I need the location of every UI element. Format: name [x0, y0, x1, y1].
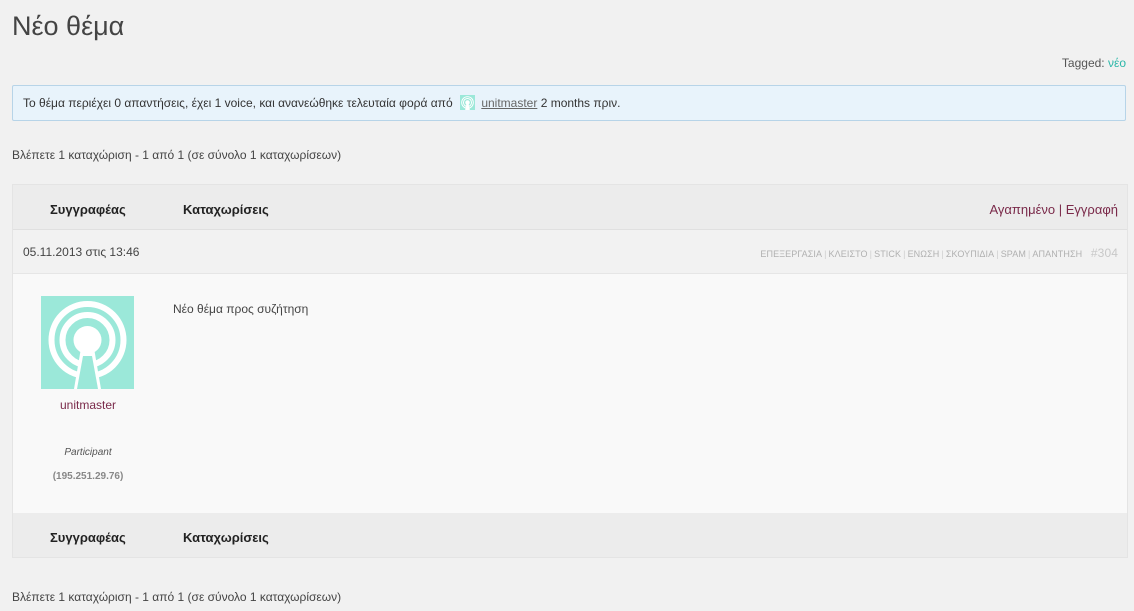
- pagination-count-bottom: Βλέπετε 1 καταχώριση - 1 από 1 (σε σύνολ…: [12, 590, 342, 604]
- post-permalink[interactable]: #304: [1091, 246, 1118, 260]
- post-author-ip: (195.251.29.76): [52, 471, 124, 482]
- admin-separator: |: [996, 249, 999, 259]
- notice-text: Το θέμα περιέχει 0 απαντήσεις, έχει 1 vo…: [23, 96, 453, 110]
- notice-time-ago: 2 months πριν.: [540, 96, 621, 110]
- tag-link[interactable]: νέο: [1108, 56, 1126, 70]
- admin-separator: |: [941, 249, 944, 259]
- podcast-icon: [41, 296, 134, 389]
- podcast-icon: [459, 95, 475, 111]
- header-author-col: Συγγραφέας: [50, 202, 126, 217]
- stick-link[interactable]: STICK: [874, 249, 901, 259]
- tags-label: Tagged:: [1061, 56, 1105, 70]
- topic-info-notice: Το θέμα περιέχει 0 απαντήσεις, έχει 1 vo…: [12, 85, 1126, 121]
- favorite-link[interactable]: Αγαπημένο: [989, 202, 1055, 217]
- pagination-count-top: Βλέπετε 1 καταχώριση - 1 από 1 (σε σύνολ…: [12, 148, 342, 162]
- post-content: Νέο θέμα προς συζήτηση: [173, 302, 309, 316]
- admin-separator: |: [869, 249, 873, 259]
- post-body: unitmaster Participant (195.251.29.76) Ν…: [13, 274, 1127, 514]
- author-avatar-small[interactable]: [459, 95, 475, 111]
- table-header: Συγγραφέας Καταχωρίσεις Αγαπημένο | Εγγρ…: [13, 185, 1127, 230]
- merge-link[interactable]: ΕΝΩΣΗ: [908, 249, 940, 259]
- footer-posts-col: Καταχωρίσεις: [183, 530, 269, 545]
- close-link[interactable]: ΚΛΕΙΣΤΟ: [829, 249, 868, 259]
- admin-separator: |: [824, 249, 827, 259]
- author-avatar[interactable]: [41, 296, 134, 389]
- topic-page: Νέο θέμα Tagged: νέο Το θέμα περιέχει 0 …: [0, 0, 1134, 611]
- table-footer: Συγγραφέας Καταχωρίσεις: [13, 514, 1127, 557]
- header-posts-col: Καταχωρίσεις: [183, 202, 269, 217]
- footer-author-col: Συγγραφέας: [50, 530, 126, 545]
- replies-table: Συγγραφέας Καταχωρίσεις Αγαπημένο | Εγγρ…: [12, 184, 1128, 558]
- post-date: 05.11.2013 στις 13:46: [23, 245, 140, 259]
- admin-links: ΕΠΕΞΕΡΓΑΣΙΑ | ΚΛΕΙΣΤΟ | STICK | ΕΝΩΣΗ | ΣΚΟΥΠΙΔΙ…: [760, 246, 1118, 260]
- actions-separator: |: [1058, 202, 1063, 217]
- trash-link[interactable]: ΣΚΟΥΠΙΔΙΑ: [946, 249, 994, 259]
- post-author-name[interactable]: unitmaster: [13, 398, 163, 412]
- post-header: 05.11.2013 στις 13:46 ΕΠΕΞΕΡΓΑΣΙΑ | ΚΛΕΙΣΤ…: [13, 230, 1127, 274]
- admin-separator: |: [903, 249, 906, 259]
- page-title: Νέο θέμα: [12, 11, 125, 41]
- spam-link[interactable]: SPAM: [1001, 249, 1026, 259]
- topic-tags: Tagged: νέο: [1062, 56, 1126, 70]
- post-author-role: Participant: [64, 447, 112, 458]
- admin-separator: |: [1027, 249, 1031, 259]
- reply-link[interactable]: ΑΠΑΝΤΗΣΗ: [1032, 249, 1082, 259]
- topic-actions: Αγαπημένο | Εγγραφή: [989, 202, 1118, 217]
- edit-link[interactable]: ΕΠΕΞΕΡΓΑΣΙΑ: [760, 249, 822, 259]
- subscribe-link[interactable]: Εγγραφή: [1066, 202, 1118, 217]
- notice-author-link[interactable]: unitmaster: [481, 96, 537, 110]
